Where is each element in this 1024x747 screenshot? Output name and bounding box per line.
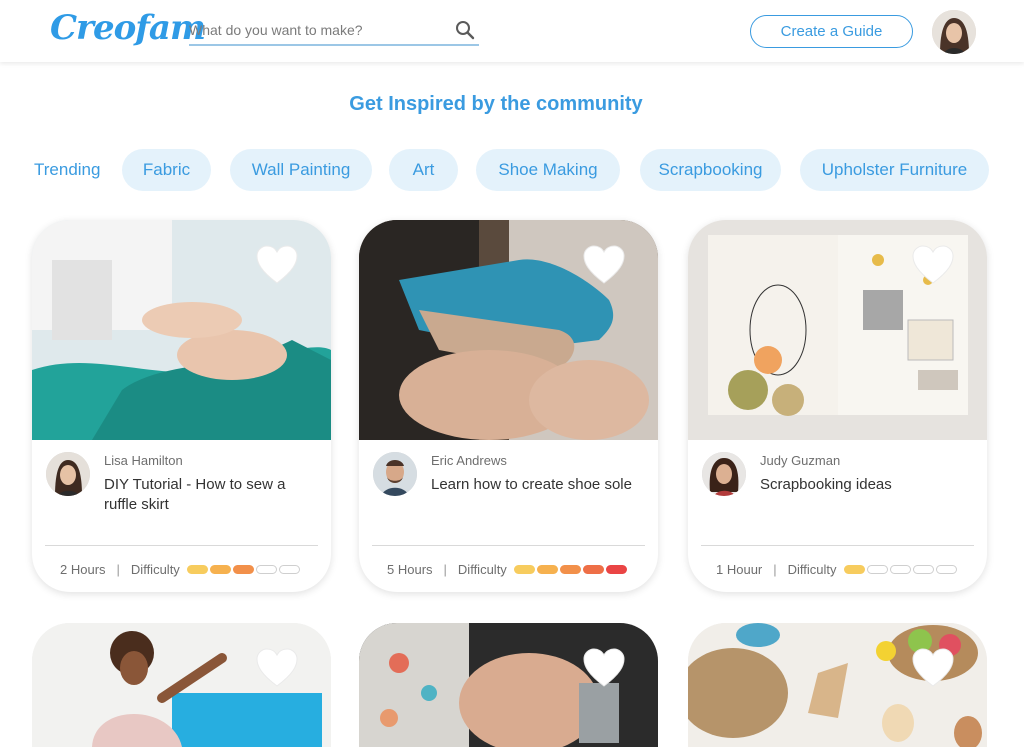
- heart-icon[interactable]: [256, 648, 298, 688]
- difficulty-dot: [209, 565, 231, 574]
- guide-card[interactable]: Judy Guzman Scrapbooking ideas 1 Houur |…: [688, 220, 987, 592]
- difficulty-dot: [513, 565, 535, 574]
- author-name[interactable]: Lisa Hamilton: [104, 453, 183, 468]
- heart-icon[interactable]: [583, 245, 625, 285]
- difficulty-dot: [912, 565, 934, 574]
- difficulty-dot: [278, 565, 300, 574]
- guide-card[interactable]: [688, 623, 987, 747]
- author-avatar[interactable]: [373, 452, 417, 496]
- duration: 2 Hours: [60, 562, 106, 577]
- difficulty-dot: [582, 565, 604, 574]
- guide-card[interactable]: [359, 623, 658, 747]
- top-bar: Creofam Create a Guide: [0, 0, 1024, 62]
- heart-icon[interactable]: [912, 245, 954, 285]
- divider: [372, 545, 645, 546]
- duration: 1 Houur: [716, 562, 763, 577]
- guide-card[interactable]: [32, 623, 331, 747]
- page-title: Get Inspired by the community: [349, 93, 643, 115]
- difficulty-dot: [559, 565, 581, 574]
- guide-meta: 1 Houur | Difficulty: [716, 562, 957, 577]
- author-avatar[interactable]: [46, 452, 90, 496]
- guide-card[interactable]: Lisa Hamilton DIY Tutorial - How to sew …: [32, 220, 331, 592]
- chip-scrapbooking[interactable]: Scrapbooking: [640, 149, 781, 191]
- difficulty-dot: [536, 565, 558, 574]
- difficulty-dot: [255, 565, 277, 574]
- search-icon[interactable]: [455, 20, 475, 40]
- heart-icon[interactable]: [256, 245, 298, 285]
- author-name[interactable]: Judy Guzman: [760, 453, 840, 468]
- chip-upholster-furniture[interactable]: Upholster Furniture: [800, 149, 989, 191]
- heart-icon[interactable]: [583, 648, 625, 688]
- difficulty-label: Difficulty: [457, 562, 507, 577]
- divider: [701, 545, 974, 546]
- search-input[interactable]: [189, 16, 439, 44]
- difficulty-dot: [186, 565, 208, 574]
- chip-wall-painting[interactable]: Wall Painting: [230, 149, 372, 191]
- create-guide-button[interactable]: Create a Guide: [750, 15, 913, 48]
- duration: 5 Hours: [387, 562, 433, 577]
- guide-title[interactable]: Scrapbooking ideas: [760, 475, 970, 495]
- logo[interactable]: Creofam: [50, 8, 206, 48]
- divider: [45, 545, 318, 546]
- chip-shoe-making[interactable]: Shoe Making: [476, 149, 620, 191]
- search-bar: [189, 16, 479, 46]
- chip-fabric[interactable]: Fabric: [122, 149, 211, 191]
- author-avatar[interactable]: [702, 452, 746, 496]
- guide-title[interactable]: Learn how to create shoe sole: [431, 475, 651, 495]
- user-avatar[interactable]: [932, 10, 976, 54]
- guide-meta: 5 Hours | Difficulty: [387, 562, 627, 577]
- difficulty-meter: [513, 565, 627, 574]
- heart-icon[interactable]: [912, 648, 954, 688]
- difficulty-dot: [866, 565, 888, 574]
- difficulty-dot: [889, 565, 911, 574]
- guide-card[interactable]: Eric Andrews Learn how to create shoe so…: [359, 220, 658, 592]
- difficulty-meter: [843, 565, 957, 574]
- difficulty-dot: [232, 565, 254, 574]
- difficulty-label: Difficulty: [130, 562, 180, 577]
- difficulty-meter: [186, 565, 300, 574]
- difficulty-label: Difficulty: [787, 562, 837, 577]
- difficulty-dot: [935, 565, 957, 574]
- trending-label: Trending: [34, 160, 101, 179]
- author-name[interactable]: Eric Andrews: [431, 453, 507, 468]
- guide-meta: 2 Hours | Difficulty: [60, 562, 300, 577]
- guide-title[interactable]: DIY Tutorial - How to sew a ruffle skirt: [104, 475, 314, 515]
- difficulty-dot: [605, 565, 627, 574]
- chip-art[interactable]: Art: [389, 149, 458, 191]
- difficulty-dot: [843, 565, 865, 574]
